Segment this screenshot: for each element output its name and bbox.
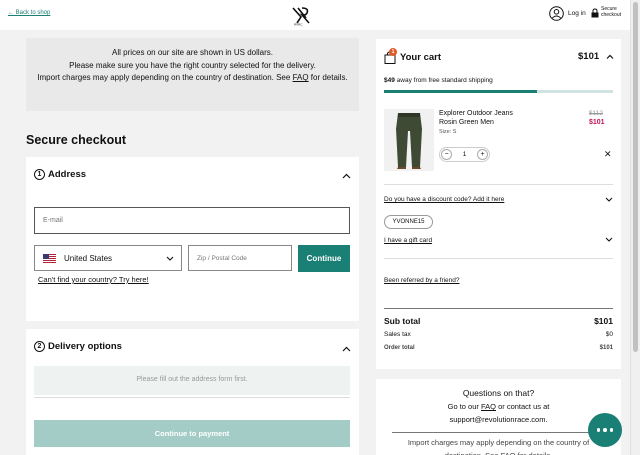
gift-card-link[interactable]: I have a gift card (384, 237, 432, 244)
discount-code-chip[interactable]: YVONNE15 (384, 215, 433, 229)
chat-dot-icon (603, 428, 607, 432)
discount-code-link[interactable]: Do you have a discount code? Add it here (384, 196, 504, 203)
product-name[interactable]: Explorer Outdoor Jeans Rosin Green Men (439, 109, 549, 127)
order-total-label: Order total (384, 345, 415, 351)
notice-line-1: All prices on our site are shown in US d… (112, 48, 273, 57)
subtotal-label: Sub total (384, 316, 421, 326)
secure-checkout-label: Secure checkout (601, 6, 622, 18)
subtotal-value: $101 (594, 316, 613, 326)
sales-tax-row: Sales tax $0 (384, 331, 613, 338)
delivery-options-section: 2 Delivery options Please fill out the a… (26, 329, 359, 455)
address-section-header[interactable]: 1 Address (34, 169, 86, 180)
cart-count-badge: 1 (389, 48, 397, 56)
address-heading: Address (48, 169, 87, 180)
delivery-section-header[interactable]: 2 Delivery options (34, 341, 122, 352)
cart-panel: 1 Your cart $101 $49 away from free stan… (376, 39, 621, 369)
help-title: Questions on that? (462, 388, 535, 398)
secure-checkout-indicator: Secure checkout (591, 6, 627, 18)
user-icon (549, 6, 564, 21)
chevron-down-icon[interactable] (605, 237, 613, 242)
currency-notice: All prices on our site are shown in US d… (26, 38, 359, 111)
subtotal-row: Sub total $101 (384, 316, 613, 326)
shipping-remaining-text: away from free standard shipping (394, 77, 493, 84)
original-price: $112 (589, 110, 603, 117)
divider (384, 184, 613, 185)
email-field[interactable]: E-mail (34, 207, 350, 234)
notice-line-3: Import charges may apply depending on th… (26, 72, 359, 85)
country-value: United States (64, 253, 113, 263)
shipping-remaining-amount: $49 (384, 77, 395, 84)
help-text-prefix: Go to our (447, 402, 481, 411)
increase-quantity-button[interactable]: + (477, 149, 488, 160)
product-size: Size: S (439, 129, 457, 135)
notice-line-3-suffix: for details. (308, 73, 348, 83)
decrease-quantity-button[interactable]: − (441, 149, 452, 160)
product-image[interactable] (384, 109, 434, 171)
notice-line-2: Please make sure you have the right coun… (69, 60, 316, 70)
login-button[interactable]: Log in (549, 6, 586, 21)
us-flag-icon (43, 253, 56, 263)
chat-dot-icon (609, 428, 614, 432)
sales-tax-value: $0 (605, 331, 613, 338)
chevron-down-icon[interactable] (605, 197, 613, 202)
notice-faq-link[interactable]: FAQ (293, 73, 309, 82)
chat-dot-icon (596, 428, 601, 432)
chevron-down-icon (166, 256, 174, 261)
continue-to-payment-button[interactable]: Continue to payment (34, 420, 350, 447)
support-email-link[interactable]: support@revolutionrace.com. (449, 415, 547, 424)
brand-logo-icon[interactable]: RVRC (290, 4, 312, 26)
delivery-heading: Delivery options (48, 341, 122, 352)
divider (34, 397, 350, 398)
help-text-suffix: or contact us at (496, 402, 550, 411)
chevron-up-icon[interactable] (342, 346, 351, 352)
help-panel: Questions on that? Go to our FAQ or cont… (376, 379, 621, 455)
help-text: Go to our FAQ or contact us at support@r… (416, 401, 581, 426)
top-header: ← Back to shop RVRC Log in Secure checko… (0, 0, 630, 30)
cart-total: $101 (578, 51, 600, 62)
order-total-row: Order total $101 (384, 345, 613, 351)
svg-text:RVRC: RVRC (294, 23, 303, 27)
chat-button[interactable] (588, 413, 622, 447)
zip-code-field[interactable]: Zip / Postal Code (188, 245, 292, 271)
page-title: Secure checkout (26, 133, 127, 147)
order-total-value: $101 (599, 345, 613, 351)
shipping-progress-fill (384, 90, 538, 93)
cant-find-country-link[interactable]: Can't find your country? Try here! (38, 275, 149, 284)
summary-divider (384, 308, 613, 309)
quantity-value[interactable]: 1 (463, 151, 467, 158)
shipping-progress-bar (384, 90, 613, 93)
notice-line-3-text: Import charges may apply depending on th… (37, 73, 293, 83)
divider (384, 258, 613, 259)
chevron-up-icon[interactable] (606, 54, 614, 59)
cart-header[interactable]: 1 Your cart (384, 48, 442, 64)
login-label: Log in (568, 10, 586, 17)
step-number-badge: 2 (34, 341, 45, 352)
lock-icon (591, 7, 599, 17)
referral-link[interactable]: Been referred by a friend? (384, 277, 460, 284)
step-number-badge: 1 (34, 169, 45, 180)
divider (392, 432, 605, 433)
product-name-line-2: Rosin Green Men (439, 119, 494, 126)
country-select[interactable]: United States (34, 245, 182, 271)
sales-tax-label: Sales tax (384, 331, 411, 338)
page-scrollbar[interactable] (630, 0, 640, 455)
delivery-placeholder-note: Please fill out the address form first. (34, 366, 350, 395)
shopping-bag-icon: 1 (384, 48, 397, 64)
sale-price: $101 (589, 119, 605, 126)
continue-button[interactable]: Continue (298, 245, 350, 272)
product-name-line-1: Explorer Outdoor Jeans (439, 110, 513, 117)
import-charges-note: Import charges may apply depending on th… (407, 438, 590, 455)
cart-heading: Your cart (400, 52, 442, 63)
quantity-stepper: − 1 + (439, 147, 490, 162)
chevron-up-icon[interactable] (342, 173, 351, 179)
scrollbar-thumb[interactable] (633, 2, 638, 352)
address-section: 1 Address E-mail United States Zip / Pos… (26, 157, 359, 321)
help-faq-link[interactable]: FAQ (481, 402, 496, 411)
back-to-shop-link[interactable]: ← Back to shop (8, 10, 50, 16)
free-shipping-message: $49 away from free standard shipping (384, 77, 493, 84)
remove-item-icon[interactable]: ✕ (604, 149, 612, 160)
